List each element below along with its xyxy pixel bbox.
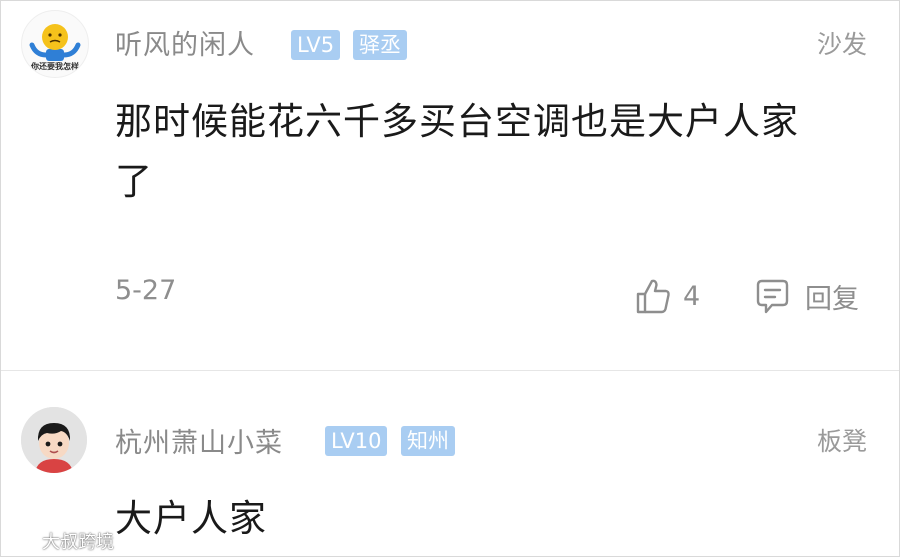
divider <box>1 370 899 371</box>
level-badge: LV5 <box>291 30 341 60</box>
level-badge: LV10 <box>325 426 388 456</box>
reply-label: 回复 <box>805 283 859 315</box>
rank-title-badge: 知州 <box>401 426 455 456</box>
floor-label: 板凳 <box>816 427 867 456</box>
like-count: 4 <box>683 280 701 312</box>
avatar[interactable] <box>21 407 87 473</box>
rank-title-badge: 驿丞 <box>353 30 407 60</box>
like-button[interactable]: 4 <box>635 276 700 316</box>
thumbs-up-icon <box>636 279 670 314</box>
watermark: 大叔跨境 <box>7 528 114 554</box>
avatar-caption: 你还要我怎样 <box>31 62 79 71</box>
comment-text: 大户人家 <box>115 497 267 540</box>
watermark-text: 大叔跨境 <box>42 532 114 553</box>
reply-button[interactable]: 回复 <box>753 276 859 316</box>
reply-bubble-icon <box>756 279 789 314</box>
watermark-logo-icon <box>9 532 35 550</box>
floor-label: 沙发 <box>816 30 867 59</box>
username[interactable]: 听风的闲人 <box>115 23 255 62</box>
comment-text: 那时候能花六千多买台空调也是大户人家了 <box>115 100 799 203</box>
comment-date: 5-27 <box>115 275 177 306</box>
username[interactable]: 杭州萧山小菜 <box>115 421 283 460</box>
cartoon-boy-icon <box>21 407 87 473</box>
avatar[interactable]: 你还要我怎样 <box>21 10 89 78</box>
comment-list: 你还要我怎样 听风的闲人 LV5 驿丞 沙发 那时候能花六千多买台空调也是大户人… <box>0 0 900 557</box>
